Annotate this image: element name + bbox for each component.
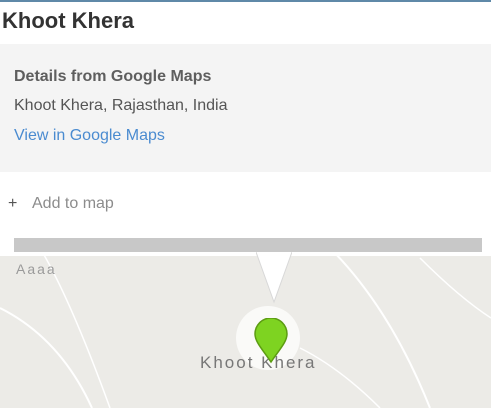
view-in-google-maps-link[interactable]: View in Google Maps xyxy=(14,127,165,145)
card-pointer xyxy=(256,252,292,304)
details-section: Details from Google Maps Khoot Khera, Ra… xyxy=(0,44,491,172)
place-title: Khoot Khera xyxy=(2,8,134,33)
add-to-map-label: Add to map xyxy=(32,195,114,212)
map-place-label-top: Aaaa xyxy=(16,261,57,277)
details-heading: Details from Google Maps xyxy=(14,68,212,85)
map-pin-icon[interactable] xyxy=(253,318,289,364)
place-info-card: Khoot Khera Details from Google Maps Kho… xyxy=(0,2,491,256)
plus-icon: + xyxy=(8,195,18,212)
divider-bar xyxy=(14,238,482,252)
place-address: Khoot Khera, Rajasthan, India xyxy=(14,97,228,114)
